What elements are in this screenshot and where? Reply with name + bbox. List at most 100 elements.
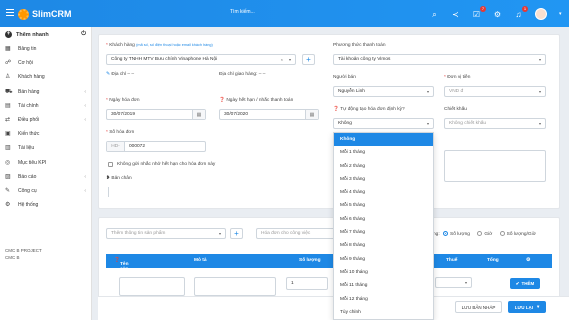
quick-add[interactable]: + Thêm nhanh ⏻: [0, 27, 91, 42]
footer-label: ❥ Bản chân: [106, 176, 132, 181]
sidebar-item-6[interactable]: ▣ Kiến thức: [0, 127, 91, 141]
sidebar-item-9[interactable]: ▨ Báo cáo ‹: [0, 170, 91, 184]
recurring-option[interactable]: Mỗi 3 tháng: [334, 173, 433, 186]
checklist-badge: 7: [480, 5, 486, 12]
sidebar-item-10[interactable]: ✎ Công cụ ‹: [0, 184, 91, 198]
menu-toggle-icon[interactable]: [6, 9, 14, 16]
settings-icon[interactable]: ⚙: [526, 258, 530, 263]
task-invoice-select[interactable]: Hóa đơn cho công việc: [256, 228, 336, 239]
discount-label: Chiết khấu: [444, 107, 467, 112]
sidebar-item-label: Kiến thức: [18, 131, 40, 138]
recurring-option[interactable]: Mỗi 12 tháng: [334, 293, 433, 306]
sidebar-item-7[interactable]: ▥ Tài liệu: [0, 141, 91, 155]
recurring-option[interactable]: Mỗi 7 tháng: [334, 226, 433, 239]
sidebar-item-label: Mục tiêu KPI: [18, 159, 47, 166]
sidebar-item-1[interactable]: ☍ Cơ hội: [0, 56, 91, 70]
sidebar-item-label: Bán hàng: [18, 88, 40, 95]
recurring-option[interactable]: Mỗi 4 tháng: [334, 186, 433, 199]
qty-type-group: ng: Số lượng Giờ Số lượng/Giờ: [433, 231, 536, 237]
logo[interactable]: SlimCRM: [18, 6, 72, 22]
product-name-input[interactable]: [119, 277, 185, 296]
bell-icon[interactable]: ♫ 1: [514, 5, 528, 19]
company-name: CMC B PROJECT: [5, 248, 42, 253]
clear-icon[interactable]: ×: [281, 57, 283, 62]
qty-hour-radio[interactable]: [499, 231, 505, 236]
add-product-button[interactable]: +: [230, 228, 243, 239]
sidebar-item-8[interactable]: ◎ Mục tiêu KPI: [0, 156, 91, 170]
chevron-down-icon: ▾: [464, 280, 467, 285]
recurring-option[interactable]: Mỗi 2 tháng: [334, 160, 433, 173]
qty-radio[interactable]: [443, 231, 449, 236]
calendar-icon[interactable]: ▦: [305, 110, 318, 119]
invoice-no-field[interactable]: HD- 000072: [106, 141, 206, 152]
recurring-option[interactable]: Tùy chỉnh: [334, 306, 433, 319]
col-quantity: Số lượng: [299, 258, 321, 263]
recurring-option[interactable]: Không: [334, 133, 433, 147]
hour-radio[interactable]: [477, 231, 483, 236]
product-search-select[interactable]: Thêm thông tin sản phẩm ▾: [106, 228, 226, 239]
currency-select[interactable]: VND đ ▾: [444, 86, 546, 97]
save-draft-button[interactable]: LƯU BẢN NHÁP: [455, 301, 502, 313]
logo-gear-icon: [18, 8, 29, 20]
power-icon[interactable]: ⏻: [81, 31, 86, 38]
dispatch-icon: ⇄: [5, 117, 11, 124]
recurring-option[interactable]: Mỗi 8 tháng: [334, 239, 433, 252]
gear-icon[interactable]: ⚙: [493, 10, 502, 19]
discount-select[interactable]: Không chiết khấu ▾: [444, 118, 546, 129]
add-customer-button[interactable]: +: [302, 54, 315, 65]
invoice-prefix: HD-: [107, 142, 125, 151]
sidebar-item-label: Bảng tin: [18, 46, 37, 53]
auto-create-select[interactable]: Không ▾: [333, 118, 434, 129]
share-icon[interactable]: ≺: [451, 10, 460, 19]
sidebar-item-5[interactable]: ⇄ Điều phối ‹: [0, 113, 91, 127]
customer-select[interactable]: Công ty TNHH MTV Bưu chính Vinaphone Hà …: [106, 54, 296, 65]
save-button[interactable]: LƯU LẠI ▾: [508, 301, 546, 313]
sidebar-item-4[interactable]: ▤ Tài chính ‹: [0, 99, 91, 113]
payment-method-select[interactable]: Tài khoản công ty Vimos ▾: [333, 54, 546, 65]
sidebar-item-0[interactable]: ▦ Bảng tin: [0, 42, 91, 56]
tax-select[interactable]: ▾: [435, 277, 472, 288]
invoice-date-field[interactable]: 30/07/2019 ▦: [106, 109, 206, 120]
footer-editor[interactable]: [108, 187, 109, 197]
global-search-input[interactable]: Tìm kiếm...: [230, 9, 255, 15]
seller-select[interactable]: Nguyễn Linh ▾: [333, 86, 434, 97]
note-textarea[interactable]: [444, 150, 546, 182]
recurring-option[interactable]: Mỗi 10 tháng: [334, 266, 433, 279]
recurring-option[interactable]: Mỗi 6 tháng: [334, 213, 433, 226]
dashboard-icon: ▦: [5, 46, 11, 53]
chevron-down-icon: ▾: [426, 121, 429, 126]
address-label: ✎ Địa chỉ – –: [106, 72, 135, 77]
chevron-down-icon[interactable]: ▾: [559, 11, 562, 17]
no-overdue-checkbox[interactable]: [108, 162, 113, 167]
sidebar-item-2[interactable]: ♙ Khách hàng: [0, 70, 91, 84]
quantity-input[interactable]: 1: [286, 277, 328, 290]
add-line-button[interactable]: ✔ THÊM: [510, 278, 540, 289]
invoice-date-label: * Ngày hóa đơn: [106, 98, 140, 103]
due-date-label: ❓ Ngày hết hạn / nhắc thanh toán: [219, 98, 294, 103]
sidebar-item-11[interactable]: ⚙ Hệ thống: [0, 198, 91, 212]
ship-address-label: Địa chỉ giao hàng: – –: [219, 72, 266, 77]
chevron-down-icon: ▾: [536, 304, 540, 309]
col-description: Mô tả: [194, 258, 207, 263]
recurring-option[interactable]: Mỗi 9 tháng: [334, 253, 433, 266]
document-icon: ▥: [5, 145, 11, 152]
search-icon[interactable]: ⌕: [430, 10, 439, 19]
due-date-field[interactable]: 30/07/2020 ▦: [219, 109, 319, 120]
sidebar-item-label: Công cụ: [18, 187, 37, 194]
avatar[interactable]: [535, 8, 547, 20]
chevron-left-icon: ‹: [84, 117, 86, 124]
calendar-icon[interactable]: ▦: [192, 110, 205, 119]
customer-label: * Khách hàng (mã số, số điện thoại hoặc …: [106, 43, 213, 48]
recurring-option[interactable]: Mỗi 5 tháng: [334, 199, 433, 212]
chevron-left-icon: ‹: [84, 102, 86, 109]
recurring-option[interactable]: Mỗi 1 tháng: [334, 146, 433, 159]
chevron-down-icon: ▾: [288, 57, 291, 62]
customer-icon: ♙: [5, 74, 11, 81]
checklist-icon[interactable]: ☑ 7: [472, 5, 486, 19]
sidebar-item-3[interactable]: ⛟ Bán hàng ‹: [0, 85, 91, 99]
product-desc-input[interactable]: [194, 277, 276, 296]
tag-icon: ❥: [106, 176, 111, 181]
system-icon: ⚙: [5, 202, 11, 209]
recurring-option[interactable]: Mỗi 11 tháng: [334, 279, 433, 292]
finance-icon: ▤: [5, 102, 11, 109]
